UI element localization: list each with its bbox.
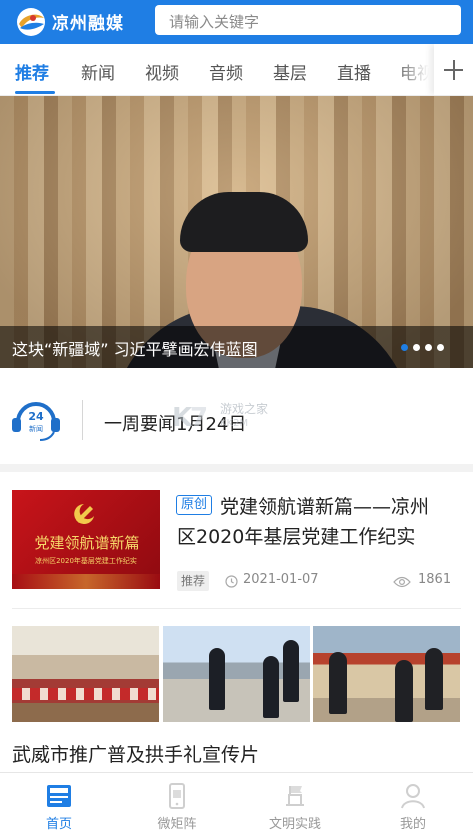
photo-figure: [209, 648, 225, 710]
photo-figure: [283, 640, 299, 702]
active-tab-indicator: [15, 91, 55, 94]
recommend-tag: 推荐: [177, 571, 210, 591]
article-photo[interactable]: [12, 626, 159, 722]
phone-matrix-icon: [169, 783, 185, 809]
banner-caption-bar: 这块“新疆域” 习近平擘画宏伟蓝图: [0, 326, 473, 368]
app-name: 凉州融媒: [52, 14, 124, 34]
nav-matrix[interactable]: 微矩阵: [118, 773, 236, 831]
tab-live[interactable]: 直播: [337, 59, 371, 84]
article-thumbnail: 党建领航谱新篇 凉州区2020年基层党建工作纪实: [12, 490, 160, 589]
h24-badge-number: 24: [28, 410, 44, 423]
divider: [12, 608, 461, 609]
thumbnail-subtitle: 凉州区2020年基层党建工作纪实: [35, 557, 137, 565]
carousel-dots: [401, 344, 449, 352]
category-tabs: 推荐 新闻 视频 音频 基层 直播 电视: [0, 44, 473, 96]
watermark-logo-icon: K 7: [172, 403, 208, 433]
article-card[interactable]: 党建领航谱新篇 凉州区2020年基层党建工作纪实 原创 党建领航谱新篇——凉州 …: [0, 472, 473, 610]
article-date: 2021-01-07: [243, 572, 319, 587]
nav-profile[interactable]: 我的: [354, 773, 472, 831]
svg-text:7: 7: [190, 403, 208, 433]
news-home-icon: [47, 785, 71, 807]
tab-video[interactable]: 视频: [145, 59, 179, 84]
eye-icon: [393, 576, 411, 588]
plus-icon[interactable]: [434, 44, 473, 95]
photo-figure: [425, 648, 443, 710]
article-title-line1: 党建领航谱新篇——凉州: [220, 496, 430, 518]
photo-detail: [12, 688, 159, 700]
banner-carousel[interactable]: 这块“新疆域” 习近平擘画宏伟蓝图: [0, 96, 473, 368]
tab-recommend[interactable]: 推荐: [15, 59, 49, 84]
nav-label: 首页: [45, 817, 72, 831]
nav-label: 微矩阵: [157, 817, 197, 831]
carousel-dot[interactable]: [437, 344, 444, 351]
carousel-dot[interactable]: [401, 344, 408, 351]
app-logo-icon: [17, 8, 45, 36]
tab-news[interactable]: 新闻: [81, 59, 115, 84]
section-separator: [0, 464, 473, 472]
app-header: 凉州融媒 请输入关键字: [0, 0, 473, 44]
practice-icon: [286, 786, 304, 806]
nav-label: 我的: [399, 817, 426, 831]
tab-fade: [395, 44, 435, 95]
divider: [82, 400, 83, 440]
nav-home[interactable]: 首页: [0, 773, 118, 831]
article-title[interactable]: 武威市推广普及拱手礼宣传片: [12, 740, 259, 767]
thumbnail-stripe: [12, 574, 160, 589]
watermark: K 7 游戏之家 KK2M: [172, 398, 302, 438]
nav-label: 文明实践: [268, 817, 321, 831]
user-icon: [401, 784, 425, 809]
news-24h-icon: 24 新闻: [12, 402, 60, 441]
photo-figure: [395, 660, 413, 722]
search-placeholder: 请输入关键字: [169, 13, 260, 31]
thumbnail-title: 党建领航谱新篇: [34, 534, 140, 552]
article-title-line2: 区2020年基层党建工作纪实: [177, 526, 416, 548]
tab-grassroots[interactable]: 基层: [273, 59, 307, 84]
carousel-dot[interactable]: [425, 344, 432, 351]
photo-figure: [263, 656, 279, 718]
bottom-nav: 首页 微矩阵 文明实践 我的: [0, 772, 473, 831]
article-photo[interactable]: [163, 626, 310, 722]
view-count: 1861: [418, 572, 452, 587]
nav-practice[interactable]: 文明实践: [236, 773, 354, 831]
carousel-dot[interactable]: [413, 344, 420, 351]
banner-caption: 这块“新疆域” 习近平擘画宏伟蓝图: [12, 340, 258, 359]
banner-figure-hair: [180, 192, 308, 252]
article-photo[interactable]: [313, 626, 460, 722]
search-input[interactable]: 请输入关键字: [155, 5, 461, 35]
photo-figure: [329, 652, 347, 714]
h24-badge-text: 新闻: [29, 424, 43, 433]
tab-audio[interactable]: 音频: [209, 59, 243, 84]
original-badge: 原创: [176, 495, 213, 515]
watermark-sub: KK2M: [220, 418, 249, 429]
watermark-text: 游戏之家: [220, 402, 269, 416]
clock-icon: [225, 575, 238, 588]
party-emblem-icon: [74, 504, 94, 524]
